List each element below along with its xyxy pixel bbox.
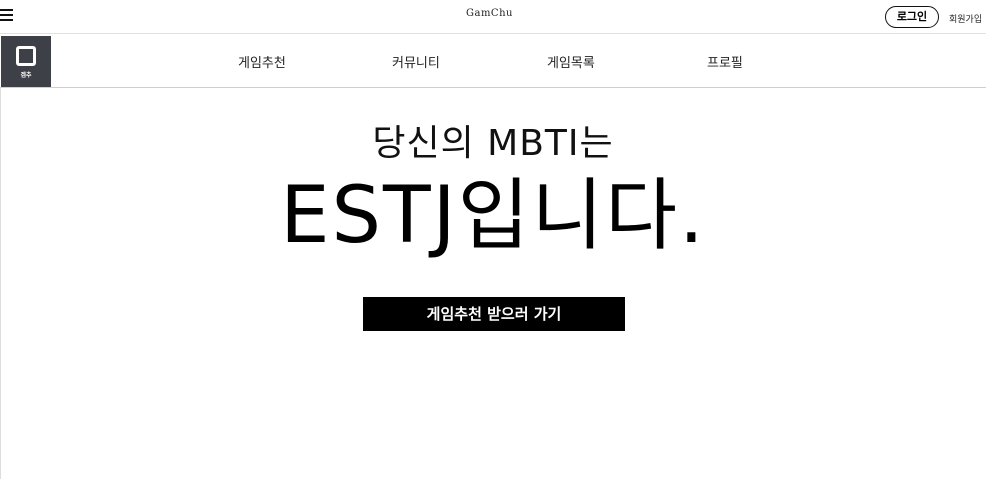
nav-item-profile[interactable]: 프로필 — [707, 52, 743, 71]
rounded-square-logo-icon — [16, 46, 36, 66]
main-navigation: 겜추 게임추천 커뮤니티 게임목록 프로필 — [0, 34, 986, 88]
result-headline-mbti: ESTJ입니다. — [280, 171, 706, 261]
top-bar: GamChu 로그인 회원가입 — [0, 0, 986, 34]
login-button[interactable]: 로그인 — [885, 6, 939, 28]
get-recommendation-button[interactable]: 게임추천 받으러 가기 — [363, 297, 625, 331]
nav-item-community[interactable]: 커뮤니티 — [392, 52, 440, 71]
side-logo-label: 겜추 — [20, 72, 32, 79]
hamburger-menu-icon[interactable] — [0, 9, 14, 23]
result-headline-intro: 당신의 MBTI는 — [372, 123, 614, 164]
brand-logo-text: GamChu — [466, 8, 513, 19]
nav-item-game-list[interactable]: 게임목록 — [547, 52, 595, 71]
side-logo-button[interactable]: 겜추 — [1, 36, 51, 87]
brand-logo[interactable]: GamChu — [466, 8, 513, 19]
signup-link[interactable]: 회원가입 — [949, 12, 982, 25]
nav-item-game-recommend[interactable]: 게임추천 — [238, 52, 286, 71]
